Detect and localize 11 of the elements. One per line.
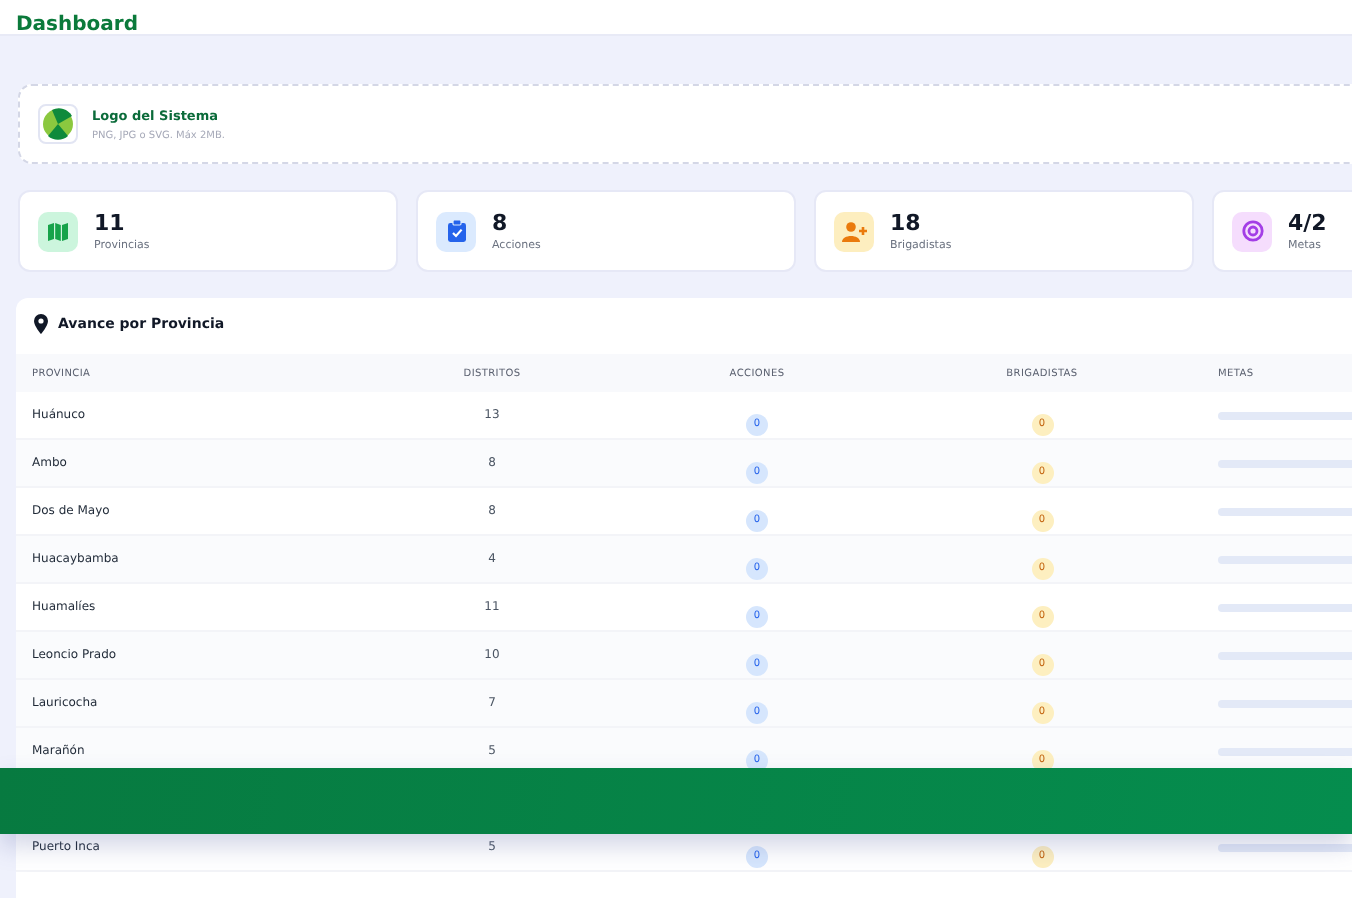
user-plus-icon	[834, 211, 874, 251]
page-title: Dashboard	[16, 14, 138, 34]
target-icon	[1232, 211, 1272, 251]
stat-value: 11	[94, 210, 127, 236]
location-pin-icon	[34, 313, 48, 333]
map-icon	[38, 211, 78, 251]
stat-value: 8	[492, 210, 510, 236]
logo-icon	[38, 104, 78, 144]
stat-value: 4/2	[1288, 210, 1327, 236]
clipboard-check-icon	[436, 211, 476, 251]
stat-value: 18	[890, 210, 923, 236]
